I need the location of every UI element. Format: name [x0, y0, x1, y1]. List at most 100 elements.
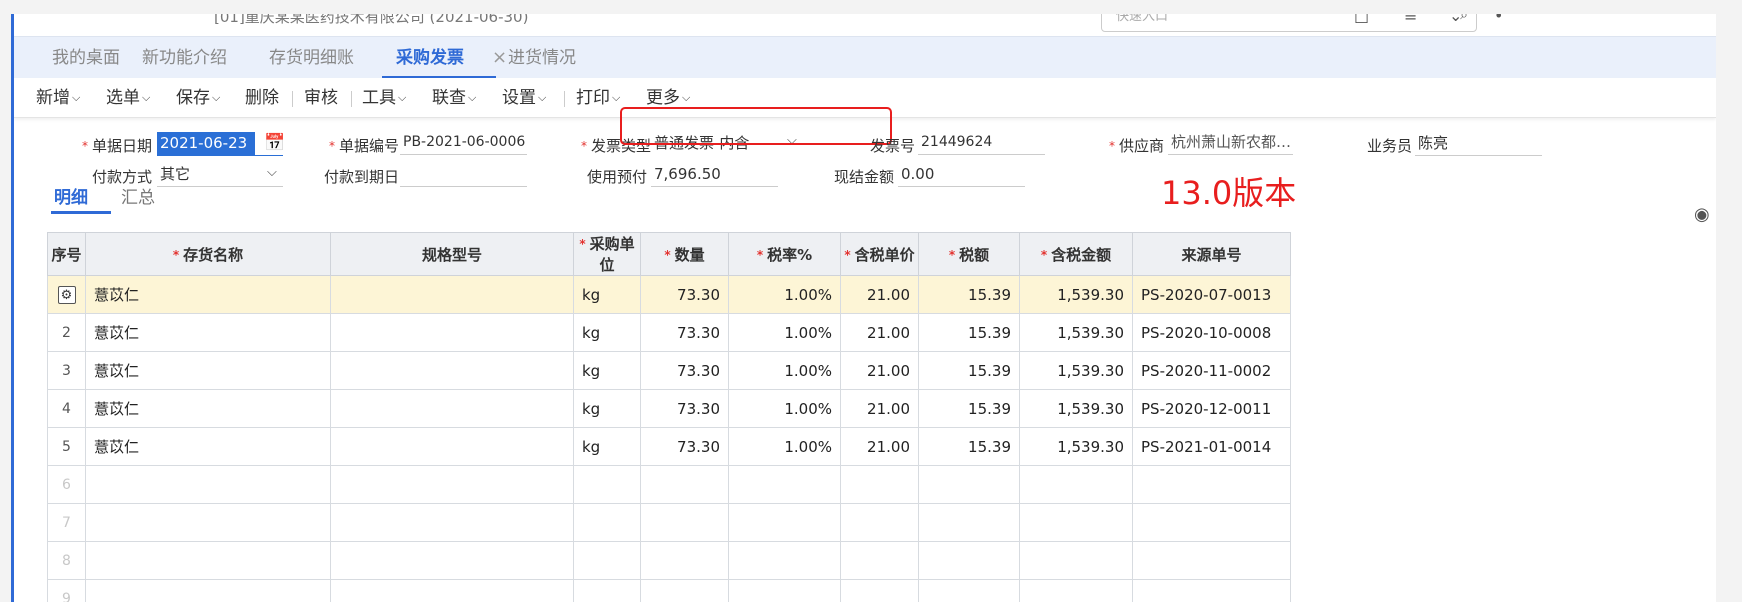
cell-name[interactable]: 薏苡仁 [85, 313, 331, 352]
cell-empty[interactable] [330, 465, 574, 504]
cell-unit[interactable]: kg [573, 427, 641, 466]
cell-empty[interactable] [1019, 503, 1133, 542]
cell-empty[interactable] [1132, 503, 1291, 542]
user-icon[interactable]: • [1494, 14, 1503, 25]
cell-tax-rate[interactable]: 1.00% [728, 427, 841, 466]
row-seq[interactable]: ⚙ [47, 275, 86, 314]
cell-unit[interactable]: kg [573, 351, 641, 390]
table-row[interactable]: 2 薏苡仁 kg 73.30 1.00% 21.00 15.39 1,539.3… [47, 313, 1291, 352]
cell-spec[interactable] [330, 389, 574, 428]
due-date-field[interactable] [400, 163, 527, 187]
tools-button[interactable]: 工具 ⌵ [362, 78, 406, 118]
cell-qty[interactable]: 73.30 [640, 427, 729, 466]
cell-empty[interactable] [840, 465, 919, 504]
cell-price[interactable]: 21.00 [840, 389, 919, 428]
cell-tax-rate[interactable]: 1.00% [728, 351, 841, 390]
table-row-empty[interactable]: 6 [47, 465, 1291, 504]
cell-tax[interactable]: 15.39 [918, 313, 1020, 352]
cell-empty[interactable] [728, 465, 841, 504]
cell-amount[interactable]: 1,539.30 [1019, 313, 1133, 352]
cell-spec[interactable] [330, 313, 574, 352]
cell-price[interactable]: 21.00 [840, 427, 919, 466]
cell-empty[interactable] [918, 503, 1020, 542]
cell-name[interactable]: 薏苡仁 [85, 389, 331, 428]
cell-empty[interactable] [573, 503, 641, 542]
docno-field[interactable]: PB-2021-06-0006 [400, 131, 527, 155]
table-row-empty[interactable]: 9 [47, 579, 1291, 602]
cell-empty[interactable] [1132, 465, 1291, 504]
cell-spec[interactable] [330, 275, 574, 314]
cell-empty[interactable] [640, 579, 729, 602]
supplier-field[interactable]: 杭州萧山新农都… [1168, 131, 1293, 155]
cell-empty[interactable] [728, 579, 841, 602]
cell-empty[interactable] [728, 503, 841, 542]
cell-empty[interactable] [1132, 579, 1291, 602]
linked-query-button[interactable]: 联查 ⌵ [432, 78, 476, 118]
new-button[interactable]: 新增 ⌵ [36, 78, 80, 118]
save-button[interactable]: 保存 ⌵ [176, 78, 220, 118]
cell-source[interactable]: PS-2020-10-0008 [1132, 313, 1291, 352]
cell-empty[interactable] [840, 579, 919, 602]
cell-source[interactable]: PS-2020-12-0011 [1132, 389, 1291, 428]
cell-source[interactable]: PS-2020-07-0013 [1132, 275, 1291, 314]
cell-empty[interactable] [918, 579, 1020, 602]
cell-empty[interactable] [573, 465, 641, 504]
tab-new-features[interactable]: 新功能介绍 [142, 37, 227, 79]
cell-source[interactable]: PS-2020-11-0002 [1132, 351, 1291, 390]
prepay-field[interactable]: 7,696.50 [651, 163, 778, 187]
print-button[interactable]: 打印 ⌵ [576, 78, 620, 118]
chevron-down-icon[interactable]: ⌄ [1449, 14, 1462, 25]
invoice-no-field[interactable]: 21449624 [918, 131, 1045, 155]
cell-name[interactable]: 薏苡仁 [85, 351, 331, 390]
settings-button[interactable]: 设置 ⌵ [502, 78, 546, 118]
cell-name[interactable]: 薏苡仁 [85, 275, 331, 314]
cell-tax[interactable]: 15.39 [918, 275, 1020, 314]
cell-amount[interactable]: 1,539.30 [1019, 427, 1133, 466]
cell-empty[interactable] [330, 541, 574, 580]
cell-price[interactable]: 21.00 [840, 351, 919, 390]
select-order-button[interactable]: 选单 ⌵ [106, 78, 150, 118]
cell-unit[interactable]: kg [573, 275, 641, 314]
cash-amount-field[interactable]: 0.00 [898, 163, 1025, 187]
cell-amount[interactable]: 1,539.30 [1019, 275, 1133, 314]
table-row-empty[interactable]: 7 [47, 503, 1291, 542]
cell-qty[interactable]: 73.30 [640, 275, 729, 314]
audit-button[interactable]: 审核 [304, 78, 338, 118]
cell-source[interactable]: PS-2021-01-0014 [1132, 427, 1291, 466]
tab-purchase-invoice[interactable]: 采购发票 × [382, 37, 507, 79]
cell-empty[interactable] [840, 503, 919, 542]
table-row[interactable]: 4 薏苡仁 kg 73.30 1.00% 21.00 15.39 1,539.3… [47, 389, 1291, 428]
delete-button[interactable]: 删除 [245, 78, 279, 118]
cell-unit[interactable]: kg [573, 313, 641, 352]
cell-amount[interactable]: 1,539.30 [1019, 389, 1133, 428]
tab-summary[interactable]: 汇总 [121, 183, 155, 208]
cell-empty[interactable] [330, 503, 574, 542]
tab-my-desktop[interactable]: 我的桌面 [52, 37, 120, 79]
cell-tax[interactable]: 15.39 [918, 427, 1020, 466]
location-pin-icon[interactable]: ◉ [1694, 204, 1710, 225]
cell-tax-rate[interactable]: 1.00% [728, 389, 841, 428]
cell-spec[interactable] [330, 351, 574, 390]
cell-empty[interactable] [1019, 541, 1133, 580]
cell-empty[interactable] [573, 541, 641, 580]
tab-purchase-status[interactable]: 进货情况 [508, 37, 576, 79]
cell-empty[interactable] [918, 465, 1020, 504]
cell-tax[interactable]: 15.39 [918, 351, 1020, 390]
cell-price[interactable]: 21.00 [840, 275, 919, 314]
cell-empty[interactable] [728, 541, 841, 580]
tab-inventory-ledger[interactable]: 存货明细账 [269, 37, 354, 79]
cell-spec[interactable] [330, 427, 574, 466]
cell-qty[interactable]: 73.30 [640, 313, 729, 352]
cell-tax[interactable]: 15.39 [918, 389, 1020, 428]
cell-empty[interactable] [1019, 579, 1133, 602]
pay-method-select[interactable]: 其它 [157, 163, 283, 187]
cell-empty[interactable] [640, 503, 729, 542]
cell-unit[interactable]: kg [573, 389, 641, 428]
cell-empty[interactable] [85, 503, 331, 542]
table-row-empty[interactable]: 8 [47, 541, 1291, 580]
cell-price[interactable]: 21.00 [840, 313, 919, 352]
quick-search-input[interactable]: 快速入口 ⌕ [1101, 14, 1477, 32]
cell-empty[interactable] [330, 579, 574, 602]
salesman-field[interactable]: 陈亮 [1415, 132, 1542, 156]
table-row[interactable]: 5 薏苡仁 kg 73.30 1.00% 21.00 15.39 1,539.3… [47, 427, 1291, 466]
